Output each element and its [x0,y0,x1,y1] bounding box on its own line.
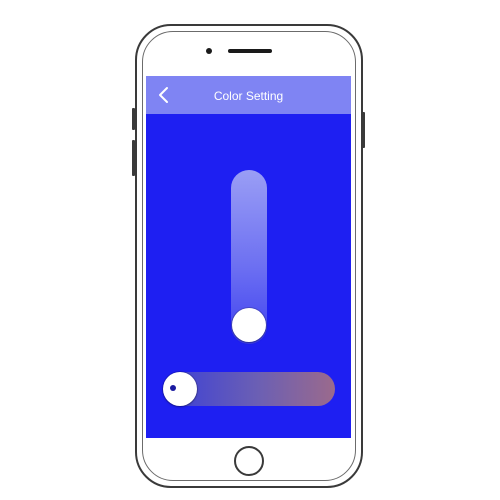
power-button [362,112,365,148]
page-title: Color Setting [213,89,284,103]
color-slider-track[interactable] [163,372,335,406]
brightness-slider-knob[interactable] [232,308,266,342]
color-slider-knob[interactable] [163,372,197,406]
earpiece-speaker [228,49,272,53]
home-button[interactable] [234,446,264,476]
brightness-slider-track[interactable] [231,170,267,344]
chevron-left-icon[interactable] [156,86,172,104]
front-camera [206,48,212,54]
volume-button [132,140,135,176]
app-screen: Color Setting [146,76,351,438]
navigation-bar: Color Setting [146,76,351,114]
knob-indicator-dot [170,385,176,391]
volume-button [132,108,135,130]
